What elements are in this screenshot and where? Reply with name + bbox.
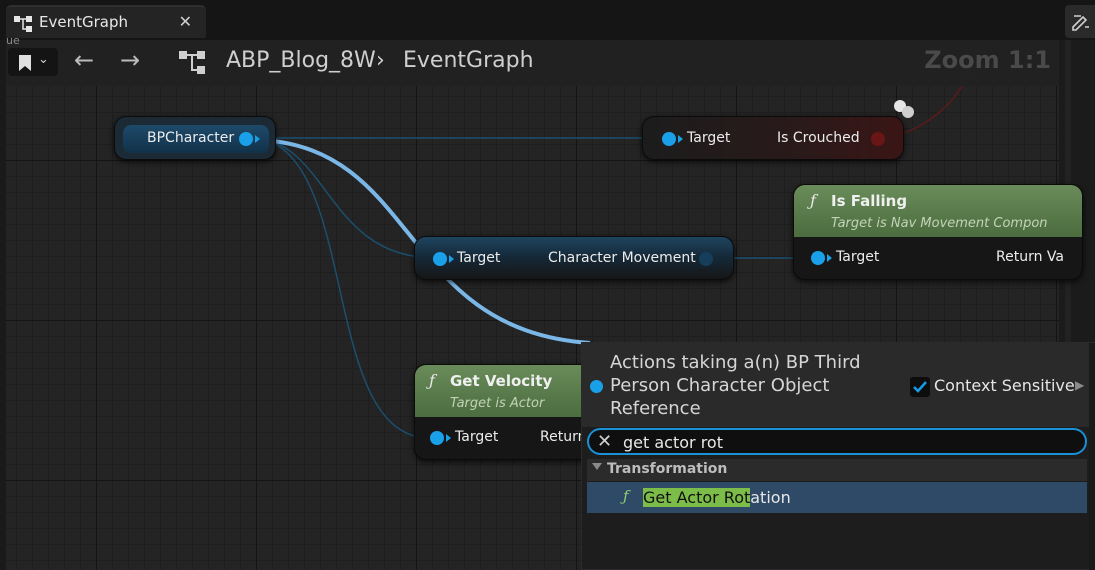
node-bpcharacter-label: BPCharacter (147, 130, 235, 146)
char-movement-target-pin[interactable] (433, 252, 447, 266)
action-search-input[interactable]: ✕ get actor rot (587, 428, 1087, 455)
collapse-triangle-icon[interactable] (592, 463, 602, 470)
search-match-highlight: Get Actor Rot (643, 488, 751, 507)
function-icon: ƒ (623, 487, 629, 505)
graph-icon (179, 51, 205, 74)
get-velocity-output-label: Return (540, 429, 587, 445)
tab-title: EventGraph (39, 13, 128, 31)
popup-scrollbar[interactable] (1089, 343, 1095, 570)
get-velocity-title: Get Velocity (450, 372, 553, 390)
is-falling-output-label: Return Va (996, 249, 1064, 265)
chevron-right-icon[interactable]: ▶ (1075, 378, 1084, 392)
edit-icon (1072, 15, 1089, 31)
context-sensitive-checkbox[interactable] (910, 377, 930, 397)
category-transformation[interactable]: Transformation (587, 459, 1087, 481)
forward-arrow-icon[interactable]: → (120, 46, 140, 74)
action-menu-title: Actions taking a(n) BP Third Person Char… (610, 352, 861, 419)
category-label: Transformation (607, 461, 728, 477)
bookmark-button[interactable]: ⌄ (8, 48, 58, 76)
action-menu-popup: Actions taking a(n) BP Third Person Char… (581, 342, 1095, 570)
is-falling-target-label: Target (836, 249, 880, 265)
action-item-label-rest: ation (750, 488, 791, 507)
object-pin-icon (590, 380, 603, 393)
breadcrumb-bar: ⌄ ← → ABP_Blog_8W › EventGraph Zoom 1:1 (6, 40, 1059, 86)
node-character-movement[interactable]: Target Character Movement (414, 236, 734, 280)
tab-bar: EventGraph ✕ (0, 0, 1095, 40)
bookmark-icon (19, 55, 31, 71)
char-movement-output-pin[interactable] (699, 252, 713, 266)
get-velocity-subtitle: Target is Actor (450, 396, 545, 411)
get-velocity-target-pin[interactable] (430, 431, 444, 445)
is-falling-subtitle: Target is Nav Movement Compon (831, 216, 1048, 231)
is-crouched-output-label: Is Crouched (777, 130, 860, 146)
clear-search-icon[interactable]: ✕ (597, 431, 612, 452)
tab-eventgraph[interactable]: EventGraph ✕ (6, 5, 206, 38)
zoom-indicator: Zoom 1:1 (924, 46, 1051, 74)
side-label: ue (6, 34, 20, 47)
action-item-get-actor-rotation[interactable]: ƒ Get Actor Rotation (587, 482, 1087, 513)
breadcrumb-separator: › (376, 48, 385, 73)
is-crouched-target-arrow (678, 135, 683, 143)
node-is-falling[interactable]: ƒ Is Falling Target is Nav Movement Comp… (793, 184, 1083, 280)
char-movement-output-label: Character Movement (548, 250, 696, 266)
node-bpcharacter[interactable]: BPCharacter (114, 116, 276, 160)
bpcharacter-output-pin[interactable] (239, 132, 253, 146)
function-icon: ƒ (429, 371, 435, 390)
action-menu-header: Actions taking a(n) BP Third Person Char… (582, 343, 1094, 427)
check-icon (913, 381, 927, 393)
context-sensitive-label[interactable]: Context Sensitive (934, 376, 1075, 395)
edit-button[interactable] (1065, 5, 1095, 38)
action-search-value: get actor rot (623, 433, 723, 452)
is-crouched-target-label: Target (687, 130, 731, 146)
is-crouched-target-pin[interactable] (662, 132, 676, 146)
breadcrumb-graph[interactable]: EventGraph (403, 48, 534, 73)
char-movement-target-label: Target (457, 250, 501, 266)
action-item-label: Get Actor Rotation (643, 488, 791, 507)
breadcrumb-asset[interactable]: ABP_Blog_8W (226, 48, 376, 73)
chevron-down-icon: ⌄ (38, 52, 49, 67)
function-icon: ƒ (810, 191, 816, 210)
back-arrow-icon[interactable]: ← (74, 46, 94, 74)
get-velocity-target-label: Target (455, 429, 499, 445)
graph-tab-icon (14, 16, 32, 32)
is-falling-title: Is Falling (831, 192, 908, 210)
is-falling-target-pin[interactable] (811, 251, 825, 265)
get-velocity-target-arrow (446, 434, 451, 442)
node-is-crouched[interactable]: Target Is Crouched (642, 116, 904, 160)
close-icon[interactable]: ✕ (179, 12, 192, 31)
char-movement-target-arrow (449, 255, 454, 263)
bpcharacter-output-arrow (255, 135, 260, 143)
is-crouched-output-pin[interactable] (871, 132, 885, 146)
is-falling-target-arrow (827, 254, 832, 262)
